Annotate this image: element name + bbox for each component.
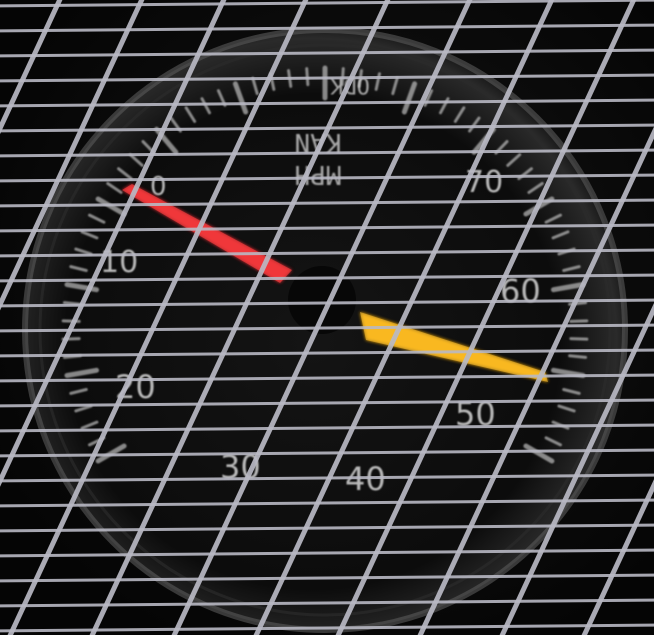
dial-tick (569, 337, 589, 341)
dial-tick (305, 67, 310, 87)
grille-wire-horizontal (0, 0, 654, 8)
dial-tick (569, 319, 589, 323)
dial-tick (568, 354, 588, 359)
needle-hub (288, 266, 356, 334)
speedometer-photo: 0 10 20 30 40 50 60 70 ODK KAN MPH (0, 0, 654, 635)
scene-svg: 0 10 20 30 40 50 60 70 ODK KAN MPH (0, 0, 654, 635)
